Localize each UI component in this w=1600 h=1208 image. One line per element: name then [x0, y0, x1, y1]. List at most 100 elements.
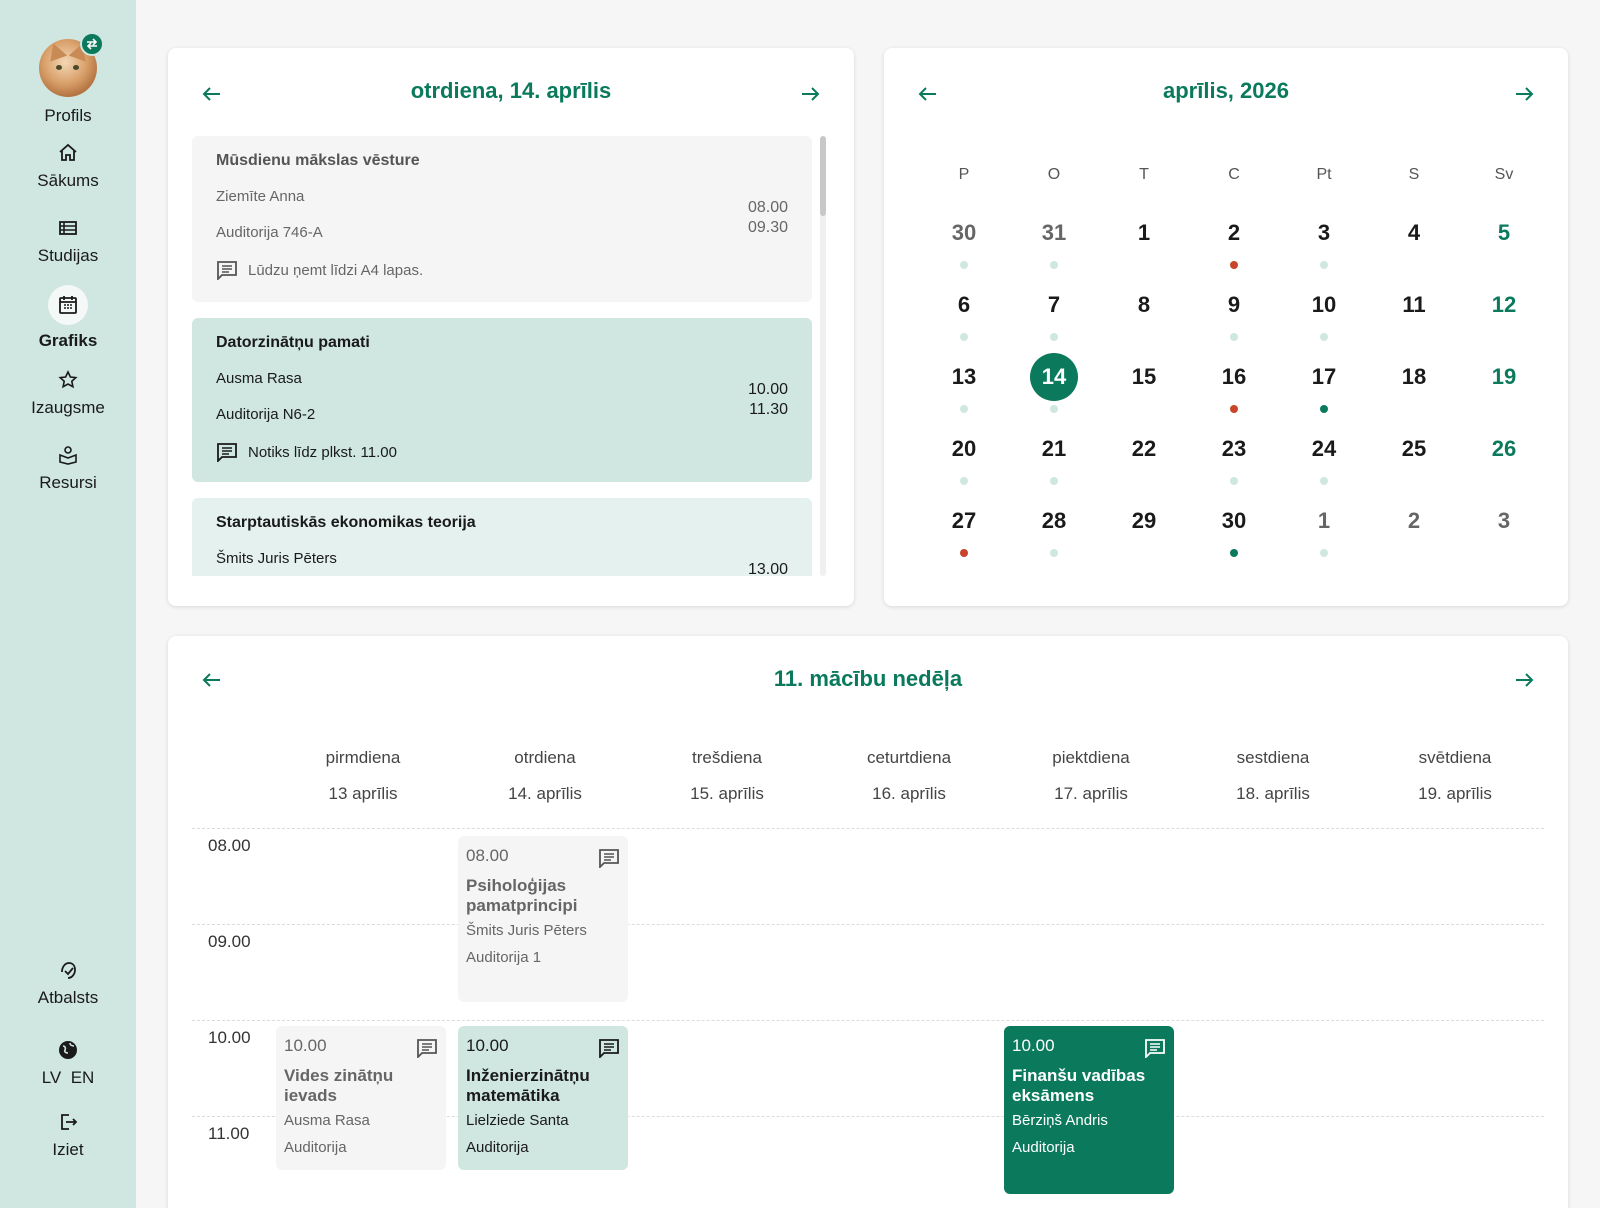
calendar-day-number: 8 [1137, 292, 1151, 317]
calendar-day-number: 29 [1131, 508, 1157, 533]
event-indicator-dot [960, 261, 968, 269]
calendar-day[interactable]: 14 [1024, 353, 1084, 414]
event-indicator-dot [1050, 405, 1058, 413]
week-day-name: pirmdiena [325, 748, 401, 767]
event-indicator-dot [960, 549, 968, 557]
calendar-day-number: 31 [1041, 220, 1067, 245]
next-week-arrow-icon[interactable] [1512, 668, 1536, 692]
event-indicator-dot [960, 333, 968, 341]
calendar-day[interactable]: 30 [1204, 498, 1264, 558]
message-icon[interactable] [1144, 1038, 1166, 1058]
week-event[interactable]: 08.00 Psiholoģijas pamatprincipi Šmits J… [458, 836, 628, 1002]
calendar-day-number: 4 [1407, 220, 1421, 245]
prev-week-arrow-icon[interactable] [200, 668, 224, 692]
week-event[interactable]: 10.00 Finanšu vadības eksāmens Bērziņš A… [1004, 1026, 1174, 1194]
calendar-day[interactable]: 6 [934, 282, 994, 342]
week-day-date: 17. aprīlis [1054, 784, 1128, 803]
logout-button[interactable]: Iziet [0, 1110, 136, 1160]
sidebar-item-schedule[interactable]: Grafiks [0, 285, 136, 351]
calendar-day[interactable]: 18 [1384, 354, 1444, 414]
calendar-day-number: 2 [1227, 220, 1241, 245]
calendar-day[interactable]: 8 [1114, 282, 1174, 342]
calendar-day[interactable]: 23 [1204, 426, 1264, 486]
event-name: Starptautiskās ekonomikas teorija [216, 514, 476, 531]
calendar-day[interactable]: 25 [1384, 426, 1444, 486]
week-day-name: svētdiena [1418, 748, 1492, 767]
week-event[interactable]: 10.00 Inženierzinātņu matemātika Lielzie… [458, 1026, 628, 1170]
calendar-day[interactable]: 4 [1384, 210, 1444, 270]
calendar-day[interactable]: 2 [1204, 210, 1264, 270]
event-indicator-dot [1230, 261, 1238, 269]
day-event[interactable]: Datorzinātņu pamati Ausma Rasa Auditorij… [192, 318, 812, 482]
hour-label: 10.00 [208, 1028, 251, 1047]
week-day-date: 19. aprīlis [1418, 784, 1492, 803]
event-indicator-dot [1320, 477, 1328, 485]
week-day-date: 15. aprīlis [690, 784, 764, 803]
calendar-day[interactable]: 5 [1474, 210, 1534, 270]
calendar-day[interactable]: 9 [1204, 282, 1264, 342]
calendar-day[interactable]: 3 [1294, 210, 1354, 270]
calendar-day-number: 21 [1041, 436, 1067, 461]
calendar-day[interactable]: 12 [1474, 282, 1534, 342]
weekday-header: Pt [1316, 166, 1332, 183]
next-day-arrow-icon[interactable] [798, 82, 822, 106]
calendar-day[interactable]: 1 [1294, 498, 1354, 558]
scrollbar-thumb[interactable] [820, 136, 826, 216]
sidebar: Profils Sākums Studijas Grafiks Izaugsme… [0, 0, 136, 1208]
week-day-date: 13 aprīlis [328, 784, 398, 803]
prev-month-arrow-icon[interactable] [916, 82, 940, 106]
event-teacher: Ziemīte Anna [216, 188, 305, 205]
calendar-day[interactable]: 11 [1384, 282, 1444, 342]
calendar-day[interactable]: 29 [1114, 498, 1174, 558]
switch-account-icon[interactable] [80, 32, 104, 56]
next-month-arrow-icon[interactable] [1512, 82, 1536, 106]
event-indicator-dot [1320, 549, 1328, 557]
calendar-day[interactable]: 17 [1294, 354, 1354, 414]
week-event[interactable]: 10.00 Vides zinātņu ievads Ausma Rasa Au… [276, 1026, 446, 1170]
sidebar-item-support[interactable]: Atbalsts [0, 958, 136, 1008]
calendar-day[interactable]: 22 [1114, 426, 1174, 486]
prev-day-arrow-icon[interactable] [200, 82, 224, 106]
calendar-day[interactable]: 16 [1204, 354, 1264, 414]
weekday-header: S [1408, 166, 1420, 183]
week-event-room: Auditorija [284, 1139, 347, 1156]
calendar-day[interactable]: 2 [1384, 498, 1444, 558]
lang-en[interactable]: EN [71, 1068, 95, 1087]
calendar-day[interactable]: 19 [1474, 354, 1534, 414]
sidebar-item-resources[interactable]: Resursi [0, 443, 136, 493]
message-icon[interactable] [598, 848, 620, 868]
sidebar-item-home[interactable]: Sākums [0, 141, 136, 191]
calendar-day[interactable]: 7 [1024, 282, 1084, 342]
calendar-day[interactable]: 28 [1024, 498, 1084, 558]
sidebar-item-growth[interactable]: Izaugsme [0, 368, 136, 418]
message-icon [217, 261, 237, 280]
calendar-day[interactable]: 24 [1294, 426, 1354, 486]
lang-lv[interactable]: LV [42, 1068, 62, 1087]
calendar-day[interactable]: 13 [934, 354, 994, 414]
calendar-day[interactable]: 21 [1024, 426, 1084, 486]
message-icon[interactable] [598, 1038, 620, 1058]
week-event-name: Finanšu vadības eksāmens [1012, 1066, 1146, 1105]
day-event[interactable]: Mūsdienu mākslas vēsture Ziemīte Anna Au… [192, 136, 812, 302]
calendar-day[interactable]: 1 [1114, 210, 1174, 270]
message-icon [217, 443, 237, 462]
calendar-day[interactable]: 15 [1114, 354, 1174, 414]
profile-label: Profils [44, 106, 92, 125]
calendar-day[interactable]: 31 [1024, 210, 1084, 270]
day-list-scrollbar[interactable] [820, 136, 826, 576]
day-event[interactable]: Starptautiskās ekonomikas teorija Šmits … [192, 498, 812, 576]
calendar-day[interactable]: 10 [1294, 282, 1354, 342]
sidebar-item-label: Izaugsme [31, 398, 105, 417]
calendar-day-number: 28 [1041, 508, 1067, 533]
calendar-day-number: 19 [1491, 364, 1517, 389]
calendar-day[interactable]: 27 [934, 498, 994, 558]
calendar-day[interactable]: 20 [934, 426, 994, 486]
day-event-list[interactable]: Mūsdienu mākslas vēsture Ziemīte Anna Au… [192, 136, 822, 576]
calendar-day-number: 26 [1491, 436, 1517, 461]
calendar-day[interactable]: 30 [934, 210, 994, 270]
message-icon[interactable] [416, 1038, 438, 1058]
sidebar-item-studies[interactable]: Studijas [0, 216, 136, 266]
calendar-day[interactable]: 26 [1474, 426, 1534, 486]
profile-link[interactable]: Profils [0, 100, 136, 126]
calendar-day[interactable]: 3 [1474, 498, 1534, 558]
